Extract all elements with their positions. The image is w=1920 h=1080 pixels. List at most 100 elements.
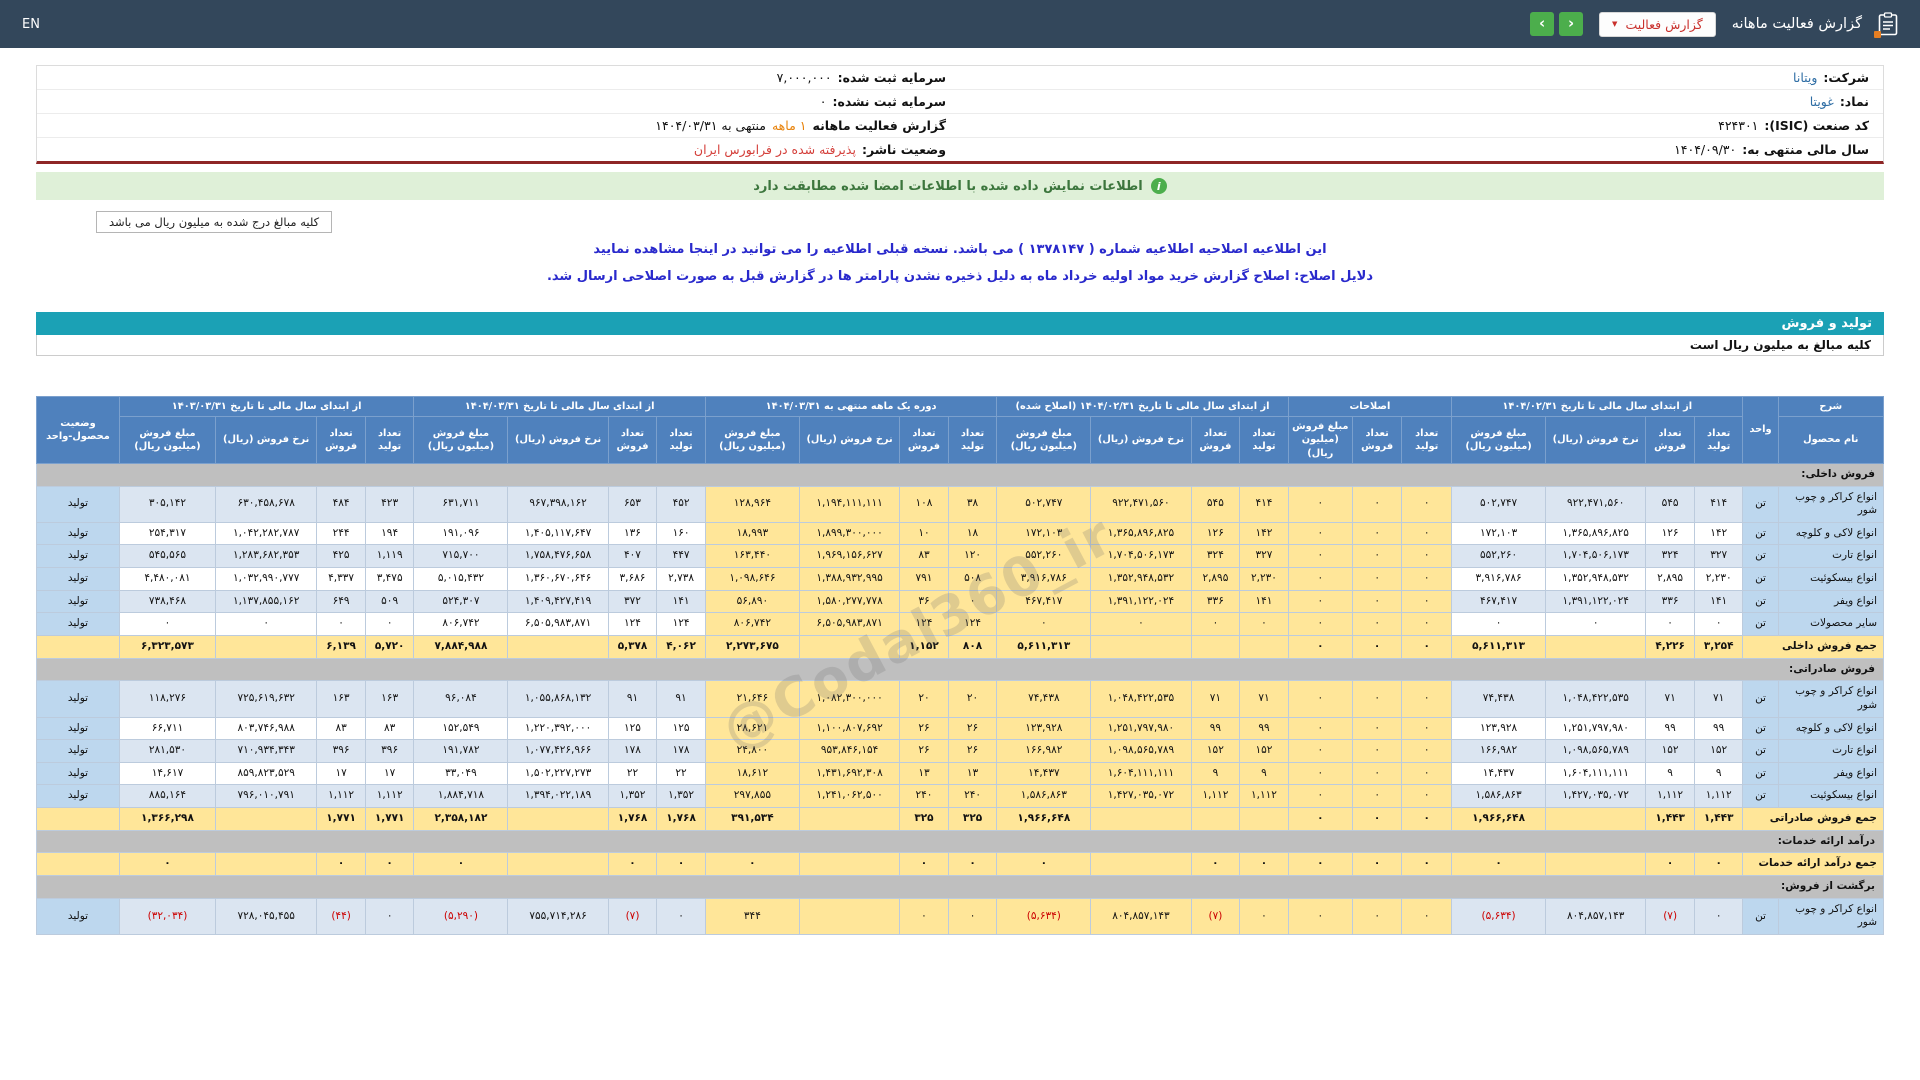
value-cell: ۱۶۳,۴۴۰ (704, 544, 800, 569)
value-cell: ۴۶۷,۴۱۷ (996, 589, 1092, 614)
value-cell: ۱۳۶ (607, 521, 658, 546)
value-cell: ۴۰۷ (607, 544, 658, 569)
value-cell: ۰ (1351, 680, 1403, 718)
subcolumn-header: تعداد فروش (1351, 416, 1403, 464)
value-cell: ۸۰۶,۷۴۲ (704, 612, 800, 636)
value-cell: ۰ (656, 897, 706, 935)
value-cell: (۳۲,۰۳۴) (118, 897, 217, 935)
value-cell: ۱۳ (947, 761, 998, 786)
value-cell (1090, 807, 1192, 831)
value-cell: ۹۶۷,۳۹۸,۱۶۲ (507, 485, 609, 523)
value-cell: ۱,۷۶۸ (656, 807, 706, 831)
value-cell: ۲,۲۷۳,۶۷۵ (704, 635, 800, 659)
value-cell: ۵۵۲,۲۶۰ (1451, 544, 1547, 569)
value-cell: ۱,۴۰۹,۴۲۷,۴۱۹ (507, 589, 609, 614)
value-cell: ۲۴,۸۰۰ (704, 739, 800, 763)
product-name-cell: انواع ویفر (1777, 761, 1885, 786)
section-row: درآمد ارائه خدمات: (36, 829, 1884, 854)
previous-version-link[interactable]: اینجا (689, 242, 718, 257)
subcolumn-header: نرخ فروش (ریال) (1090, 416, 1192, 464)
value-cell: ۰ (1351, 635, 1403, 659)
product-name-cell: انواع کراکر و چوب شور (1777, 897, 1885, 935)
subcolumn-header: نرخ فروش (ریال) (1545, 416, 1647, 464)
value-cell: ۶۳۰,۴۵۸,۶۷۸ (215, 485, 318, 523)
value-cell: ۰ (413, 852, 509, 877)
value-cell: ۰ (1451, 612, 1547, 636)
value-cell: ۵۵۲,۲۶۰ (996, 544, 1092, 569)
status-cell: تولید (36, 485, 120, 523)
unit-cell: تن (1742, 739, 1779, 763)
report-type-dropdown[interactable]: گزارش فعالیت ▼ (1599, 11, 1716, 37)
nav-back-button[interactable]: ‹ (1530, 12, 1555, 36)
value-cell: ۲,۷۳۸ (656, 567, 706, 591)
value-cell (507, 807, 609, 831)
product-row: سایر محصولات تن ۰ ۰ ۰ ۰ ۰ ۰ ۰ ۰ ۰ ۰ ۰ ۱۲۴ ۱۲۴ ۶,۵۰۵,۹۸۳… (36, 612, 1885, 636)
period-group-header: اصلاحات (1287, 395, 1453, 418)
value-cell: ۲۲ (607, 761, 658, 786)
total-label: جمع درآمد ارائه خدمات (1742, 852, 1884, 877)
value-cell: ۰ (1351, 521, 1403, 546)
value-cell: ۳۹۶ (364, 739, 415, 763)
value-cell: ۱۷۲,۱۰۳ (1451, 521, 1547, 546)
value-cell: ۱۰۸ (899, 485, 949, 523)
value-cell: ۱,۳۵۲,۹۴۸,۵۳۲ (1545, 567, 1647, 591)
language-en-link[interactable]: EN (22, 17, 40, 32)
value-cell: ۰ (947, 589, 998, 614)
value-cell: ۳,۴۷۵ (364, 567, 415, 591)
value-cell: ۵۴۵,۵۶۵ (118, 544, 217, 569)
report-period-field: گزارش فعالیت ماهانه ۱ ماهه منتهی به ۱۴۰۴… (37, 114, 960, 138)
value-cell: ۳۳۶ (1645, 589, 1695, 614)
value-cell: ۰ (1287, 544, 1353, 569)
value-cell: ۹۲۲,۴۷۱,۵۶۰ (1090, 485, 1192, 523)
value-cell: ۱۳ (899, 761, 949, 786)
value-cell: ۳۸ (947, 485, 998, 523)
revision-notice-text: این اطلاعیه اصلاحیه اطلاعیه شماره ( ۱۳۷۸… (722, 242, 1327, 257)
unit-cell: تن (1742, 567, 1779, 591)
value-cell: ۹۹ (1239, 716, 1289, 741)
company-link[interactable]: ویتانا (1793, 70, 1817, 85)
value-cell: ۱,۳۹۱,۱۲۲,۰۲۴ (1545, 589, 1647, 614)
product-row: انواع کراکر و چوب شور تن ۴۱۴ ۵۴۵ ۹۲۲,۴۷۱,۵۶۰… (36, 485, 1885, 523)
report-type-label: گزارش فعالیت (1625, 16, 1703, 32)
value-cell: ۳۳,۰۴۹ (413, 761, 509, 786)
value-cell: ۵۰۸ (947, 567, 998, 591)
product-row: انواع تارت تن ۳۲۷ ۳۲۴ ۱,۷۰۴,۵۰۶,۱۷۳ ۵۵۲,۲۶۰ ۰ ۰… (36, 544, 1885, 569)
value-cell: ۰ (1287, 635, 1353, 659)
topbar: گزارش فعالیت ماهانه گزارش فعالیت ▼ ‹ › E… (0, 0, 1920, 48)
value-cell: ۲۶ (899, 739, 949, 763)
value-cell: ۰ (947, 852, 998, 877)
value-cell: ۱,۰۴۸,۴۲۲,۵۳۵ (1545, 680, 1647, 718)
value-cell: ۷۱ (1239, 680, 1289, 718)
unregistered-capital-field: سرمایه ثبت نشده: ۰ (37, 90, 960, 114)
product-name-cell: انواع بیسکوئیت (1777, 784, 1885, 809)
value-cell: ۹ (1645, 761, 1695, 786)
symbol-link[interactable]: غویتا (1810, 94, 1834, 109)
production-sales-section-header: تولید و فروش (36, 312, 1884, 335)
value-cell: (۵,۶۳۴) (996, 897, 1092, 935)
value-cell: ۲۸,۶۲۱ (704, 716, 800, 741)
report-period-label: گزارش فعالیت ماهانه (812, 118, 946, 133)
value-cell: ۷۴,۴۳۸ (1451, 680, 1547, 718)
value-cell: ۴۲۳ (364, 485, 415, 523)
amounts-unit-line: کلیه مبالغ به میلیون ریال است (36, 335, 1884, 356)
topbar-right: گزارش فعالیت ماهانه گزارش فعالیت ▼ ‹ › (1530, 11, 1898, 38)
value-cell: ۵۴۵ (1190, 485, 1241, 523)
value-cell: ۰ (1287, 589, 1353, 614)
value-cell: ۲۰ (899, 680, 949, 718)
status-cell: تولید (36, 612, 120, 636)
value-cell: ۱,۹۶۶,۶۴۸ (1451, 807, 1547, 831)
subcolumn-header: تعداد فروش (899, 416, 949, 464)
value-cell: ۰ (1287, 680, 1353, 718)
value-cell: ۹ (1693, 761, 1744, 786)
value-cell: ۱۸,۶۱۲ (704, 761, 800, 786)
nav-forward-button[interactable]: › (1559, 12, 1584, 36)
value-cell: ۱,۳۵۲ (656, 784, 706, 809)
value-cell: ۳۲۷ (1693, 544, 1744, 569)
revision-notice-tail: مشاهده نمایید (593, 242, 685, 257)
value-cell: ۰ (1351, 612, 1403, 636)
value-cell: ۱,۰۴۸,۴۲۲,۵۳۵ (1090, 680, 1192, 718)
value-cell: ۰ (1401, 485, 1453, 523)
total-label: جمع فروش صادراتی (1742, 807, 1884, 831)
value-cell: ۰ (118, 612, 217, 636)
value-cell: ۱,۱۰۰,۸۰۷,۶۹۲ (798, 716, 901, 741)
